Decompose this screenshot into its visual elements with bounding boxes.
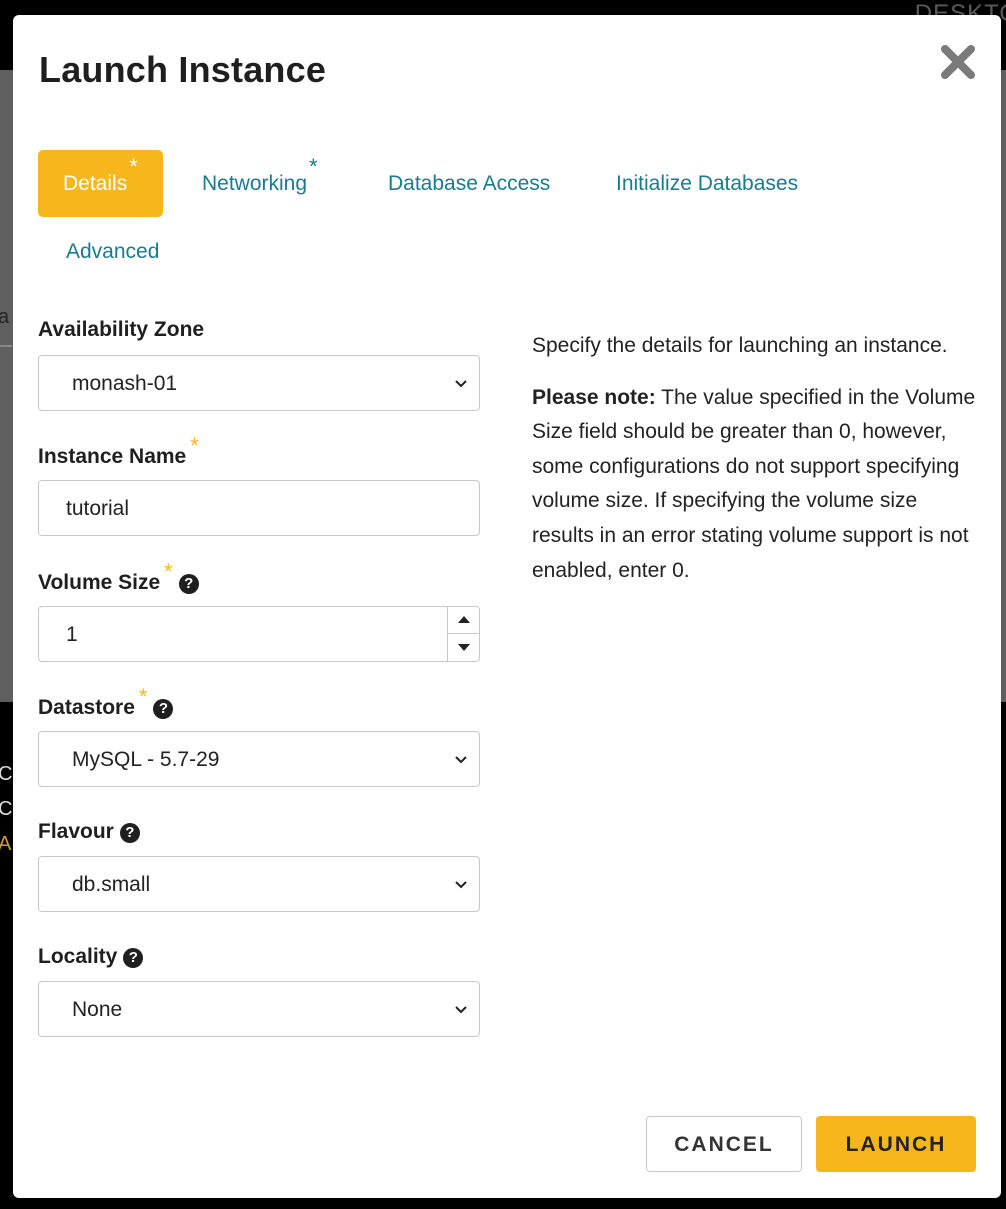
instance-name-value: tutorial xyxy=(66,497,130,520)
question-circle-icon[interactable]: ? xyxy=(153,699,174,719)
help-note: Please note: The value specified in the … xyxy=(532,381,982,589)
stepper-up-icon[interactable] xyxy=(448,607,479,634)
instance-name-input[interactable]: tutorial xyxy=(38,480,480,536)
question-circle-icon[interactable]: ? xyxy=(123,948,144,968)
chevron-down-icon xyxy=(455,881,467,889)
background-text: C xyxy=(0,763,13,785)
volume-size-value: 1 xyxy=(66,623,78,646)
help-note-label: Please note: xyxy=(532,385,656,409)
tab-database-access[interactable]: Database Access xyxy=(388,150,550,217)
locality-label-text: Locality xyxy=(38,945,118,968)
cancel-button[interactable]: CANCEL xyxy=(646,1116,802,1172)
chevron-down-icon xyxy=(455,380,467,388)
tab-initialize-databases[interactable]: Initialize Databases xyxy=(616,150,798,217)
question-circle-icon[interactable]: ? xyxy=(119,823,140,843)
tab-networking[interactable]: Networking* xyxy=(202,150,318,217)
tab-details[interactable]: Details* xyxy=(38,150,163,217)
chevron-down-icon xyxy=(455,1006,467,1014)
flavour-label-text: Flavour xyxy=(38,820,114,843)
locality-select[interactable]: None xyxy=(38,981,480,1037)
tab-advanced[interactable]: Advanced xyxy=(66,218,159,285)
tab-label: Details xyxy=(63,172,128,195)
availability-zone-label-text: Availability Zone xyxy=(38,318,205,341)
required-marker: * xyxy=(190,433,199,458)
volume-size-label: Volume Size *? xyxy=(38,559,199,595)
required-marker: * xyxy=(309,154,318,179)
required-marker: * xyxy=(164,559,173,584)
instance-name-label: Instance Name * xyxy=(38,433,199,469)
help-note-text: The value specified in the Volume Size f… xyxy=(532,385,976,582)
availability-zone-value: monash-01 xyxy=(72,372,178,395)
help-text-panel: Specify the details for launching an ins… xyxy=(532,329,982,588)
launch-button[interactable]: LAUNCH xyxy=(816,1116,976,1172)
background-text: A xyxy=(0,833,12,855)
tab-label: Networking xyxy=(202,172,308,195)
flavour-value: db.small xyxy=(72,873,151,896)
stepper-down-icon[interactable] xyxy=(448,634,479,661)
instance-name-label-text: Instance Name xyxy=(38,445,187,468)
modal-title: Launch Instance xyxy=(39,49,327,90)
tab-label: Initialize Databases xyxy=(616,172,799,195)
flavour-select[interactable]: db.small xyxy=(38,856,480,912)
background-text: a xyxy=(0,306,10,328)
required-marker: * xyxy=(138,684,148,709)
close-icon xyxy=(941,45,975,79)
availability-zone-label: Availability Zone xyxy=(38,318,204,342)
question-circle-icon[interactable]: ? xyxy=(178,574,199,594)
locality-label: Locality? xyxy=(38,945,144,969)
background-divider xyxy=(0,345,12,347)
required-marker: * xyxy=(129,154,138,179)
volume-size-input[interactable]: 1 xyxy=(38,606,480,662)
locality-value: None xyxy=(72,998,123,1021)
tab-label: Advanced xyxy=(66,240,160,263)
availability-zone-select[interactable]: monash-01 xyxy=(38,355,480,411)
volume-size-stepper xyxy=(447,607,479,661)
volume-size-label-text: Volume Size xyxy=(38,571,161,594)
datastore-label: Datastore *? xyxy=(38,684,174,720)
tab-label: Database Access xyxy=(388,172,551,195)
launch-instance-modal: Launch Instance Details* Networking* Dat… xyxy=(13,15,1001,1198)
datastore-select[interactable]: MySQL - 5.7-29 xyxy=(38,731,480,787)
datastore-label-text: Datastore xyxy=(38,696,135,719)
close-button[interactable] xyxy=(939,43,977,81)
help-intro: Specify the details for launching an ins… xyxy=(532,334,948,357)
flavour-label: Flavour? xyxy=(38,820,140,844)
chevron-down-icon xyxy=(455,756,467,764)
datastore-value: MySQL - 5.7-29 xyxy=(72,748,220,771)
